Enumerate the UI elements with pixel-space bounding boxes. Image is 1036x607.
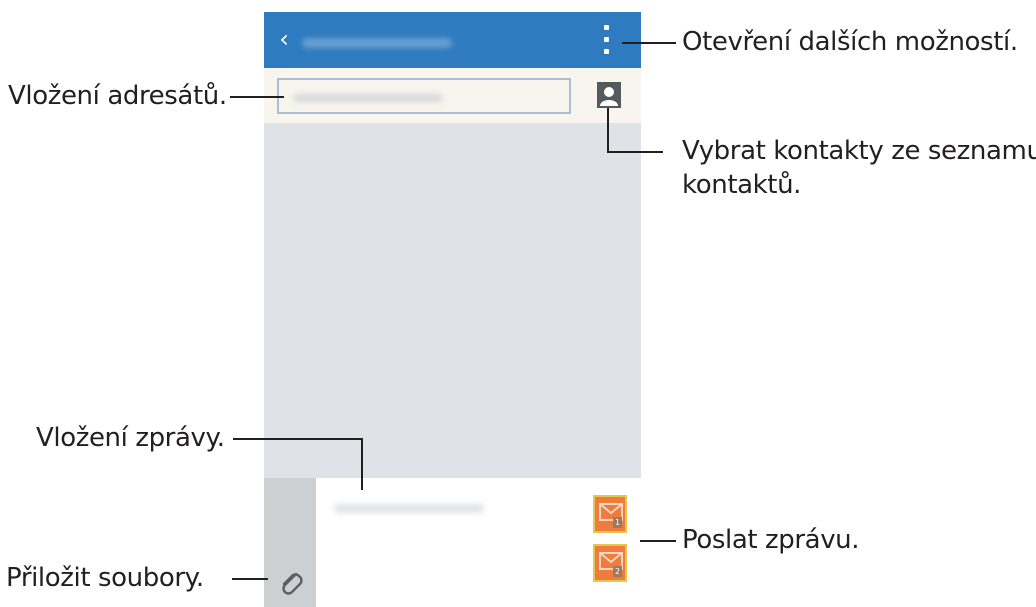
recipient-area (264, 68, 641, 123)
callout-line-more-options (622, 42, 676, 44)
contacts-button[interactable] (597, 82, 621, 108)
callout-line-send (640, 540, 676, 542)
chevron-left-icon: ‹ (279, 25, 289, 53)
back-button[interactable]: ‹ (272, 24, 296, 54)
callout-line-recipients (230, 96, 284, 98)
app-bar: ‹ (264, 12, 641, 68)
message-placeholder (334, 504, 484, 513)
callout-line-attach (232, 578, 268, 580)
callout-line-contacts-v (607, 108, 609, 153)
phone-screen: ‹ 1 2 (264, 12, 641, 607)
recipient-input[interactable] (277, 78, 571, 114)
callout-select-contacts-line2: kontaktů. (682, 170, 802, 200)
callout-line-message-h (233, 438, 363, 440)
callout-more-options: Otevření dalších možností. (682, 27, 1018, 57)
callout-line-message-v (361, 438, 363, 490)
paperclip-icon (282, 572, 303, 595)
recipient-placeholder (293, 94, 443, 102)
more-options-button[interactable] (596, 22, 618, 58)
callout-line-contacts-h (607, 151, 663, 153)
callout-attach-files: Přiložit soubory. (6, 563, 204, 593)
callout-enter-message: Vložení zprávy. (36, 423, 225, 453)
more-vertical-icon (604, 25, 609, 30)
send-button-sim-2[interactable]: 2 (593, 544, 627, 582)
compose-bar: 1 2 (264, 478, 641, 607)
message-input[interactable]: 1 2 (316, 478, 641, 607)
attach-panel (264, 478, 316, 607)
app-bar-title (302, 38, 452, 48)
send-button-sim-1[interactable]: 1 (593, 495, 627, 533)
callout-enter-recipients: Vložení adresátů. (8, 81, 227, 111)
callout-send-message: Poslat zprávu. (682, 525, 860, 555)
sim-badge: 2 (613, 566, 622, 577)
attach-button[interactable] (276, 568, 306, 598)
contact-person-icon (597, 82, 621, 108)
callout-select-contacts-line1: Vybrat kontakty ze seznamu (682, 136, 1036, 166)
sim-badge: 1 (613, 517, 622, 528)
